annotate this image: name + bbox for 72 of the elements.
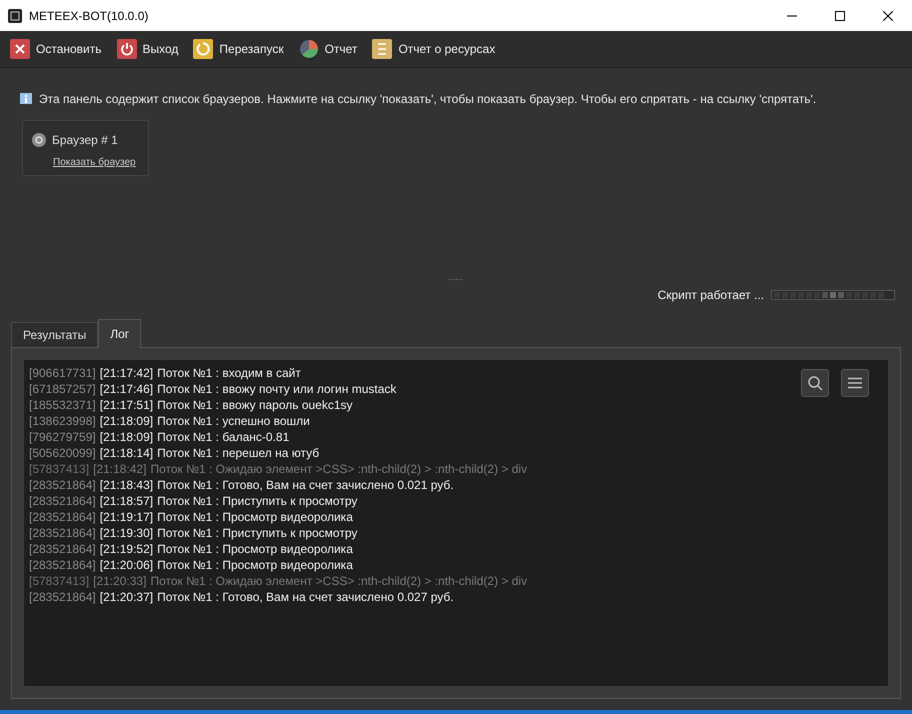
log-time: [21:18:43] <box>100 477 154 493</box>
log-time: [21:20:37] <box>100 589 154 605</box>
close-icon[interactable] <box>883 10 893 20</box>
log-message: Поток №1 : Просмотр видеоролика <box>157 557 353 573</box>
log-time: [21:18:42] <box>93 461 146 477</box>
toolbar-button[interactable]: Перезапуск <box>193 39 284 59</box>
log-message: Поток №1 : Просмотр видеоролика <box>157 541 353 557</box>
log-id: [283521864] <box>29 477 96 493</box>
maximize-icon[interactable] <box>835 10 845 20</box>
log-time: [21:20:33] <box>93 573 146 589</box>
log-time: [21:19:30] <box>100 525 154 541</box>
log-id: [505620099] <box>29 445 96 461</box>
power-icon <box>116 39 136 59</box>
log-message: Поток №1 : Приступить к просмотру <box>157 493 358 509</box>
log-id: [283521864] <box>29 589 96 605</box>
menu-icon <box>847 377 863 389</box>
close-icon <box>10 39 30 59</box>
tab[interactable]: Лог <box>98 319 142 348</box>
log-time: [21:17:46] <box>100 381 154 397</box>
log-time: [21:18:09] <box>100 413 154 429</box>
pie-chart-icon <box>298 39 319 59</box>
status-text: Скрипт работает ... <box>658 287 764 304</box>
log-id: [283521864] <box>29 525 96 541</box>
log-message: Поток №1 : Ожидаю элемент >CSS> :nth-child(2) > :nth-child(2) > div <box>150 573 528 589</box>
log-message: Поток №1 : баланс-0.81 <box>157 429 290 445</box>
log-time: [21:19:17] <box>100 509 154 525</box>
log-time: [21:17:51] <box>100 397 154 413</box>
log-message: Поток №1 : перешел на ютуб <box>157 445 320 461</box>
window-title: METEEX-BOT(10.0.0) <box>29 8 148 24</box>
refresh-icon <box>193 39 214 59</box>
toolbar-button[interactable]: Отчет <box>298 39 358 59</box>
search-icon <box>807 375 823 391</box>
show-browser-link[interactable]: Показать браузер <box>53 155 139 170</box>
log-time: [21:20:06] <box>100 557 154 573</box>
splitter-handle[interactable]: ...... <box>448 273 464 281</box>
search-button[interactable] <box>801 369 829 397</box>
info-icon <box>20 93 32 105</box>
log-message: Поток №1 : Готово, Вам на счет зачислено 0.027 руб. <box>157 589 454 605</box>
log-message: Поток №1 : Готово, Вам на счет зачислено 0.021 руб. <box>157 477 454 493</box>
log-message: Поток №1 : Ожидаю элемент >CSS> :nth-child(2) > :nth-child(2) > div <box>150 461 528 477</box>
log-id: [671857257] <box>29 381 96 397</box>
info-text: Эта панель содержит список браузеров. Нажмите на ссылку 'показать', чтобы показать браузер. Чтобы его спрятать - на ссылку 'спрятать'. <box>39 91 816 108</box>
toolbar-button[interactable]: Отчет о ресурсах <box>372 39 496 59</box>
log-message: Поток №1 : ввожу почту или логин mustack <box>157 381 396 397</box>
log-id: [185532371] <box>29 397 96 413</box>
menu-button[interactable] <box>841 369 869 397</box>
log-time: [21:18:57] <box>100 493 154 509</box>
log-id: [796279759] <box>29 429 96 445</box>
log-message: Поток №1 : входим в сайт <box>157 365 301 381</box>
log-message: Поток №1 : успешно вошли <box>157 413 310 429</box>
app-icon <box>7 8 23 24</box>
log-id: [57837413] <box>29 461 90 477</box>
log-message: Поток №1 : Приступить к просмотру <box>157 525 358 541</box>
tab[interactable]: Результаты <box>11 322 98 347</box>
log-time: [21:17:42] <box>100 365 154 381</box>
log-id: [283521864] <box>29 557 96 573</box>
toolbar-button[interactable]: Выход <box>116 39 178 59</box>
log-id: [138623998] <box>29 413 96 429</box>
log-id: [57837413] <box>29 573 90 589</box>
toolbar-button[interactable]: Остановить <box>10 39 102 59</box>
log-id: [283521864] <box>29 509 96 525</box>
log-time: [21:18:09] <box>100 429 154 445</box>
log-id: [283521864] <box>29 493 96 509</box>
browser-icon <box>32 133 46 147</box>
log-id: [283521864] <box>29 541 96 557</box>
log-time: [21:18:14] <box>100 445 154 461</box>
log-time: [21:19:52] <box>100 541 154 557</box>
browser-name: Браузер # 1 <box>52 132 118 149</box>
log-message: Поток №1 : Просмотр видеоролика <box>157 509 353 525</box>
log-message: Поток №1 : ввожу пароль ouekc1sy <box>157 397 353 413</box>
log-id: [906617731] <box>29 365 96 381</box>
list-icon <box>372 39 392 59</box>
